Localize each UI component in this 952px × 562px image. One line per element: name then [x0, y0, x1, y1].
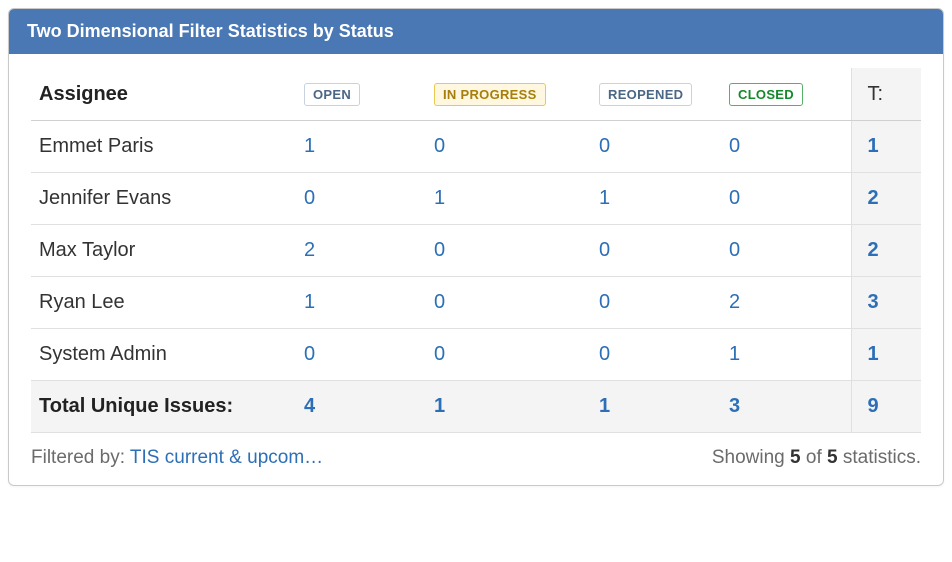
cell-value[interactable]: 0 [296, 173, 426, 225]
totals-value[interactable]: 1 [591, 381, 721, 433]
cell-value[interactable]: 1 [296, 277, 426, 329]
col-status-open[interactable]: OPEN [296, 68, 426, 121]
cell-value[interactable]: 1 [591, 173, 721, 225]
table-row: System Admin 0 0 0 1 1 [31, 329, 921, 381]
totals-value[interactable]: 3 [721, 381, 851, 433]
col-status-in-progress[interactable]: IN PROGRESS [426, 68, 591, 121]
row-total[interactable]: 2 [851, 173, 921, 225]
table-row: Jennifer Evans 0 1 1 0 2 [31, 173, 921, 225]
cell-value[interactable]: 2 [721, 277, 851, 329]
cell-value[interactable]: 0 [591, 225, 721, 277]
assignee-name[interactable]: Emmet Paris [31, 121, 296, 173]
cell-value[interactable]: 0 [426, 329, 591, 381]
cell-value[interactable]: 0 [426, 121, 591, 173]
status-badge-open: OPEN [304, 83, 360, 106]
totals-row: Total Unique Issues: 4 1 1 3 9 [31, 381, 921, 433]
stats-panel: Two Dimensional Filter Statistics by Sta… [8, 8, 944, 486]
cell-value[interactable]: 0 [426, 225, 591, 277]
filtered-by-label: Filtered by: [31, 447, 130, 468]
count-shown: 5 [790, 447, 801, 468]
totals-value[interactable]: 4 [296, 381, 426, 433]
cell-value[interactable]: 0 [721, 121, 851, 173]
filter-link[interactable]: TIS current & upcom… [130, 447, 323, 468]
col-status-reopened[interactable]: REOPENED [591, 68, 721, 121]
footer-filter: Filtered by: TIS current & upcom… [31, 447, 323, 469]
cell-value[interactable]: 0 [426, 277, 591, 329]
cell-value[interactable]: 0 [591, 277, 721, 329]
status-badge-closed: CLOSED [729, 83, 803, 106]
row-total[interactable]: 2 [851, 225, 921, 277]
footer-count: Showing 5 of 5 statistics. [712, 447, 921, 469]
panel-title: Two Dimensional Filter Statistics by Sta… [9, 9, 943, 54]
assignee-name[interactable]: Jennifer Evans [31, 173, 296, 225]
table-row: Emmet Paris 1 0 0 0 1 [31, 121, 921, 173]
cell-value[interactable]: 0 [721, 173, 851, 225]
assignee-name[interactable]: Max Taylor [31, 225, 296, 277]
cell-value[interactable]: 2 [296, 225, 426, 277]
cell-value[interactable]: 0 [296, 329, 426, 381]
panel-body: Assignee OPEN IN PROGRESS REOPENED CLOSE… [9, 54, 943, 433]
assignee-name[interactable]: System Admin [31, 329, 296, 381]
col-status-closed[interactable]: CLOSED [721, 68, 851, 121]
col-total: T: [851, 68, 921, 121]
cell-value[interactable]: 1 [721, 329, 851, 381]
showing-suffix: statistics. [838, 447, 921, 468]
cell-value[interactable]: 0 [591, 329, 721, 381]
status-badge-in-progress: IN PROGRESS [434, 83, 546, 106]
panel-footer: Filtered by: TIS current & upcom… Showin… [9, 433, 943, 485]
row-total[interactable]: 1 [851, 121, 921, 173]
cell-value[interactable]: 0 [721, 225, 851, 277]
showing-of: of [801, 447, 827, 468]
showing-prefix: Showing [712, 447, 790, 468]
row-total[interactable]: 3 [851, 277, 921, 329]
table-row: Ryan Lee 1 0 0 2 3 [31, 277, 921, 329]
totals-value[interactable]: 1 [426, 381, 591, 433]
table-row: Max Taylor 2 0 0 0 2 [31, 225, 921, 277]
row-total[interactable]: 1 [851, 329, 921, 381]
assignee-name[interactable]: Ryan Lee [31, 277, 296, 329]
stats-table: Assignee OPEN IN PROGRESS REOPENED CLOSE… [31, 68, 921, 433]
grand-total[interactable]: 9 [851, 381, 921, 433]
col-assignee: Assignee [31, 68, 296, 121]
count-total: 5 [827, 447, 838, 468]
totals-label: Total Unique Issues: [31, 381, 296, 433]
cell-value[interactable]: 0 [591, 121, 721, 173]
status-badge-reopened: REOPENED [599, 83, 692, 106]
cell-value[interactable]: 1 [296, 121, 426, 173]
cell-value[interactable]: 1 [426, 173, 591, 225]
